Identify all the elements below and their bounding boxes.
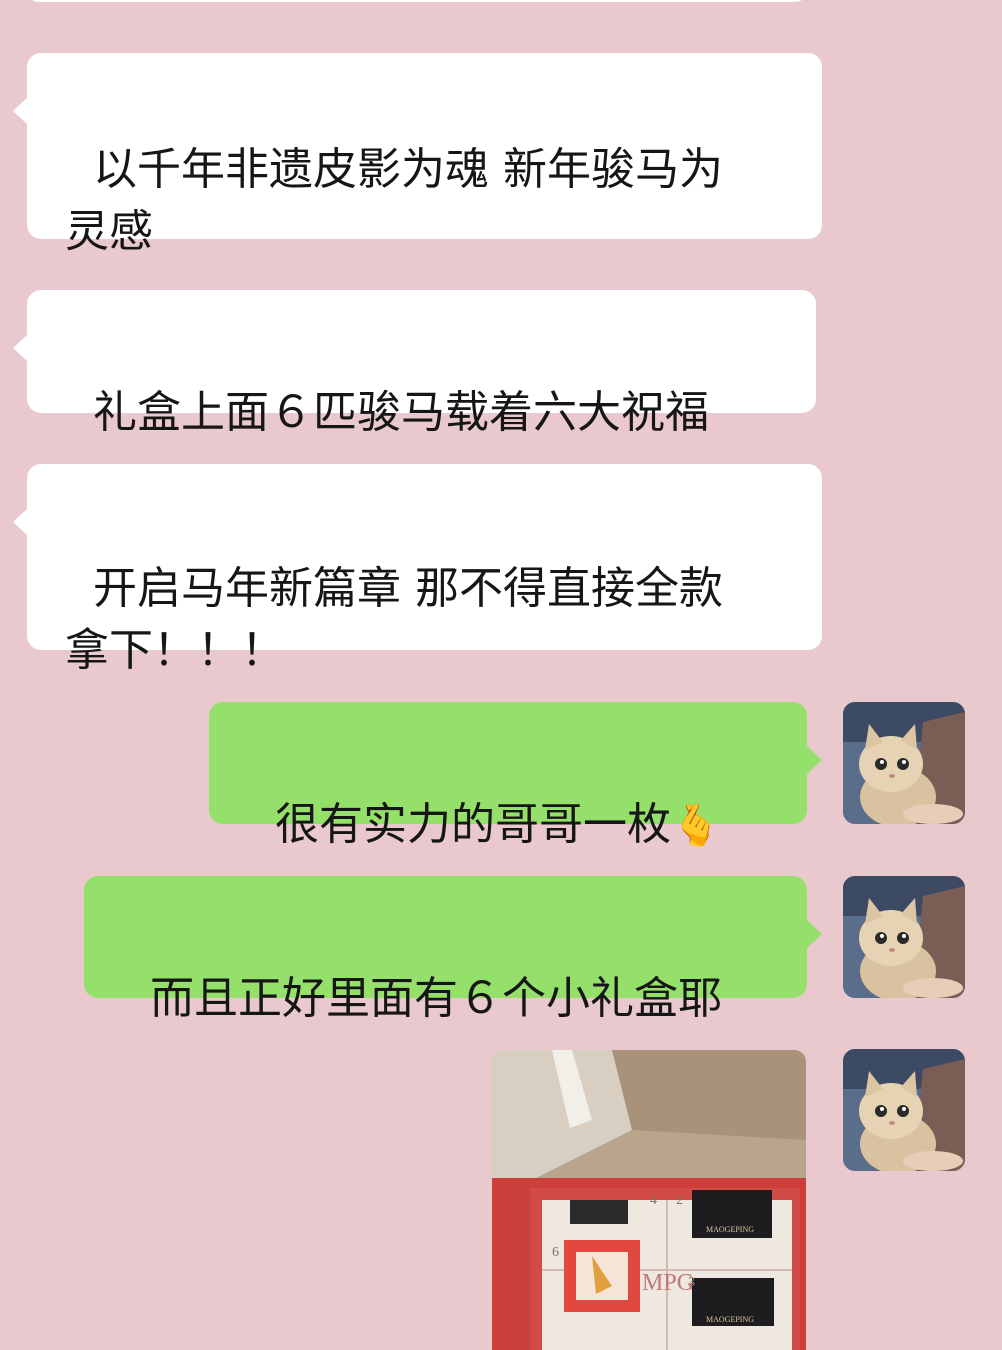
message-text-2: 礼盒上面６匹骏马载着六大祝福 bbox=[92, 387, 709, 438]
avatar-image bbox=[843, 1049, 965, 1171]
brand-label: MAOGEPING bbox=[706, 1225, 754, 1234]
message-bubble-2[interactable]: 礼盒上面６匹骏马载着六大祝福 bbox=[13, 290, 816, 438]
tray-number-4: 4 bbox=[650, 1193, 657, 1208]
avatar-image bbox=[843, 876, 965, 998]
brand-label: MAOGEPING bbox=[706, 1315, 754, 1324]
message-text-3: 开启马年新篇章 那不得直接全款 拿下！！！ bbox=[65, 563, 723, 676]
gift-box-photo: 4 2 6 3 MPG MAOGEPING MAOGEPING bbox=[492, 1050, 806, 1350]
message-bubble-4[interactable]: 很有实力的哥哥一枚🫰 bbox=[209, 702, 822, 850]
previous-message-bubble[interactable] bbox=[27, 0, 807, 2]
image-message[interactable]: 4 2 6 3 MPG MAOGEPING MAOGEPING bbox=[492, 1050, 806, 1350]
kitten-avatar-icon[interactable] bbox=[843, 876, 965, 998]
message-bubble-1[interactable]: 以千年非遗皮影为魂 新年骏马为 灵感 bbox=[13, 53, 822, 257]
message-text-5: 而且正好里面有６个小礼盒耶 bbox=[149, 973, 722, 1024]
message-text-1: 以千年非遗皮影为魂 新年骏马为 灵感 bbox=[65, 144, 723, 257]
message-text-4: 很有实力的哥哥一枚 bbox=[274, 799, 671, 850]
mpg-logo: MPG bbox=[642, 1270, 694, 1296]
tray-number-6: 6 bbox=[552, 1245, 559, 1260]
kitten-avatar-icon[interactable] bbox=[843, 702, 965, 824]
kitten-avatar-icon[interactable] bbox=[843, 1049, 965, 1171]
message-bubble-5[interactable]: 而且正好里面有６个小礼盒耶 bbox=[84, 876, 822, 1024]
crossed-fingers-icon: 🫰 bbox=[670, 803, 721, 849]
message-bubble-3[interactable]: 开启马年新篇章 那不得直接全款 拿下！！！ bbox=[13, 464, 822, 676]
tray-number-2: 2 bbox=[676, 1193, 683, 1208]
avatar-image bbox=[843, 702, 965, 824]
